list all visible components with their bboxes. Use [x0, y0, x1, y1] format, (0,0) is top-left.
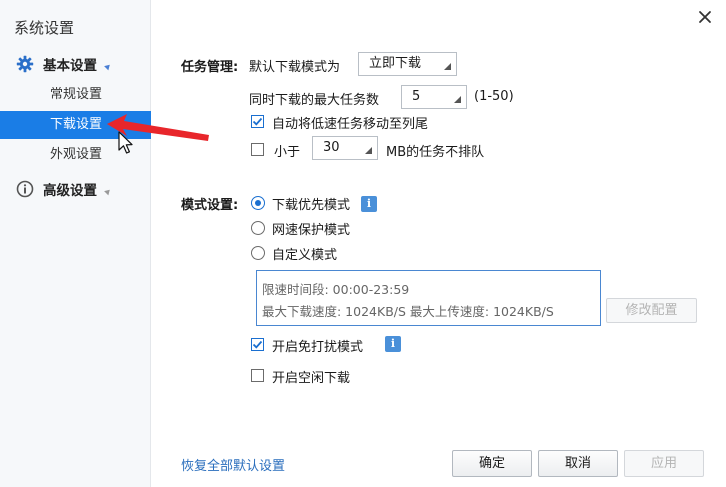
close-icon [699, 11, 711, 23]
checkmark-icon [252, 117, 263, 126]
speed-protect-label: 网速保护模式 [272, 223, 351, 238]
close-button[interactable] [698, 10, 712, 24]
info-icon[interactable]: i [361, 196, 377, 212]
apply-button[interactable]: 应用 [624, 450, 704, 477]
task-section-label: 任务管理: [181, 60, 239, 75]
custom-mode-radio[interactable] [251, 246, 265, 260]
schedule-time-text: 限速时间段: 00:00-23:59 [262, 282, 410, 297]
less-than-select[interactable]: 30 [312, 136, 378, 160]
no-disturb-label: 开启免打扰模式 [272, 340, 364, 355]
info-icon[interactable]: i [385, 336, 401, 352]
mouse-cursor-icon [118, 131, 133, 154]
default-mode-select[interactable]: 立即下载 [358, 52, 457, 76]
auto-move-label: 自动将低速任务移动至列尾 [272, 117, 429, 132]
sidebar-item-general[interactable]: 常规设置 [0, 81, 151, 109]
dropdown-arrow-icon [444, 63, 451, 70]
modify-config-button[interactable]: 修改配置 [606, 298, 697, 323]
custom-mode-label: 自定义模式 [272, 248, 338, 263]
default-mode-value: 立即下载 [369, 56, 422, 71]
less-than-checkbox[interactable] [251, 143, 264, 156]
max-tasks-select[interactable]: 5 [401, 85, 467, 109]
schedule-speed-text: 最大下载速度: 1024KB/S 最大上传速度: 1024KB/S [262, 304, 554, 319]
speed-schedule-box: 限速时间段: 00:00-23:59 最大下载速度: 1024KB/S 最大上传… [256, 270, 601, 326]
less-than-value: 30 [323, 140, 340, 155]
collapse-caret-icon [104, 187, 112, 195]
speed-protect-radio[interactable] [251, 221, 265, 235]
ok-button[interactable]: 确定 [452, 450, 532, 477]
less-than-label: 小于 [274, 145, 301, 160]
sidebar-group-basic[interactable]: 基本设置 [16, 53, 112, 75]
less-than-suffix: MB的任务不排队 [386, 145, 485, 160]
idle-download-checkbox[interactable] [251, 369, 264, 382]
default-mode-label: 默认下载模式为 [249, 60, 341, 75]
gear-icon [16, 55, 34, 73]
dropdown-arrow-icon [454, 96, 461, 103]
download-priority-label: 下载优先模式 [272, 198, 351, 213]
dropdown-arrow-icon [365, 147, 372, 154]
sidebar-title: 系统设置 [14, 19, 75, 37]
info-circle-icon [16, 180, 34, 198]
expand-caret-icon [104, 62, 112, 70]
download-priority-radio[interactable] [251, 196, 265, 210]
restore-defaults-link[interactable]: 恢复全部默认设置 [181, 455, 285, 474]
settings-sidebar: 系统设置 基本设置 常规设置 下载设置 外观设置 高级设置 [0, 0, 151, 487]
max-tasks-label: 同时下载的最大任务数 [249, 93, 380, 108]
max-tasks-value: 5 [412, 89, 421, 104]
auto-move-checkbox[interactable] [251, 115, 264, 128]
sidebar-group-label: 基本设置 [43, 58, 97, 74]
cancel-button[interactable]: 取消 [538, 450, 618, 477]
mode-section-label: 模式设置: [181, 198, 239, 213]
sidebar-group-label: 高级设置 [43, 183, 97, 199]
no-disturb-checkbox[interactable] [251, 338, 264, 351]
sidebar-group-advanced[interactable]: 高级设置 [16, 178, 112, 200]
checkmark-icon [252, 340, 263, 349]
max-tasks-range: (1-50) [474, 89, 514, 104]
idle-download-label: 开启空闲下载 [272, 371, 351, 386]
